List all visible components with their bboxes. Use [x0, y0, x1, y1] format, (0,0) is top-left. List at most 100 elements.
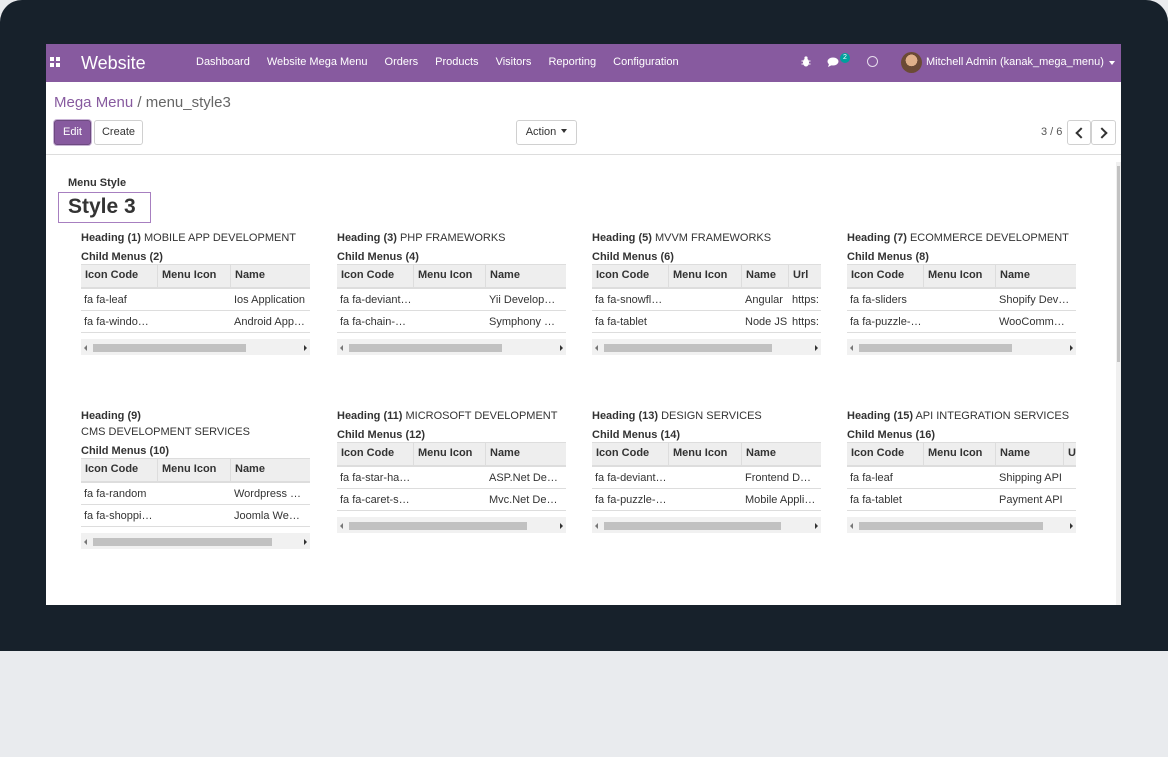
scroll-right-icon[interactable] [560, 345, 563, 351]
column-header-menu-icon[interactable]: Menu Icon [924, 265, 996, 287]
column-header-icon-code[interactable]: Icon Code [337, 265, 414, 287]
horizontal-scrollbar-thumb[interactable] [604, 344, 772, 352]
edit-button[interactable]: Edit [54, 120, 91, 145]
scroll-right-icon[interactable] [304, 345, 307, 351]
table-row[interactable]: fa fa-deviant… Yii Develop… [337, 289, 566, 311]
table-row[interactable]: fa fa-tablet Node JS https: [592, 311, 821, 333]
table-row[interactable]: fa fa-chain-… Symphony … [337, 311, 566, 333]
table-row[interactable]: fa fa-puzzle-… Mobile Appli… [592, 489, 821, 511]
scroll-left-icon[interactable] [340, 345, 343, 351]
create-button[interactable]: Create [94, 120, 143, 145]
horizontal-scrollbar-thumb[interactable] [93, 538, 272, 546]
user-avatar[interactable] [901, 52, 922, 73]
cell-icon-code: fa fa-puzzle-… [850, 316, 922, 328]
column-header-menu-icon[interactable]: Menu Icon [414, 265, 486, 287]
column-header-name[interactable]: Name [996, 265, 1076, 287]
horizontal-scrollbar[interactable] [847, 339, 1076, 355]
pager-next-button[interactable] [1091, 120, 1116, 145]
horizontal-scrollbar[interactable] [81, 533, 310, 549]
scroll-left-icon[interactable] [850, 345, 853, 351]
horizontal-scrollbar-thumb[interactable] [349, 522, 527, 530]
breadcrumb-parent[interactable]: Mega Menu [54, 94, 133, 111]
scroll-right-icon[interactable] [1070, 523, 1073, 529]
horizontal-scrollbar[interactable] [592, 517, 821, 533]
column-header-name[interactable]: Name [742, 443, 821, 465]
column-header-name[interactable]: Name [231, 459, 310, 481]
vertical-scrollbar-thumb[interactable] [1117, 166, 1120, 362]
scroll-left-icon[interactable] [595, 345, 598, 351]
horizontal-scrollbar-thumb[interactable] [859, 344, 1012, 352]
chat-icon[interactable] [827, 57, 841, 67]
scroll-right-icon[interactable] [815, 523, 818, 529]
column-header-name[interactable]: Name [486, 265, 566, 287]
column-header-menu-icon[interactable]: Menu Icon [158, 265, 231, 287]
pager-counter[interactable]: 3 / 6 [1041, 126, 1062, 138]
column-header-icon-code[interactable]: Icon Code [592, 265, 669, 287]
column-header-icon-code[interactable]: Icon Code [847, 443, 924, 465]
horizontal-scrollbar-thumb[interactable] [604, 522, 781, 530]
column-header-menu-icon[interactable]: Menu Icon [924, 443, 996, 465]
horizontal-scrollbar[interactable] [592, 339, 821, 355]
horizontal-scrollbar[interactable] [337, 517, 566, 533]
table-row[interactable]: fa fa-tablet Payment API [847, 489, 1076, 511]
bug-icon[interactable] [801, 56, 811, 67]
menu-item-dashboard[interactable]: Dashboard [196, 56, 250, 68]
menu-item-products[interactable]: Products [435, 56, 478, 68]
menu-item-visitors[interactable]: Visitors [496, 56, 532, 68]
column-header-name[interactable]: Name [231, 265, 310, 287]
horizontal-scrollbar-thumb[interactable] [349, 344, 502, 352]
table-row[interactable]: fa fa-puzzle-… WooComm… [847, 311, 1076, 333]
table-row[interactable]: fa fa-star-ha… ASP.Net De… [337, 467, 566, 489]
table-row[interactable]: fa fa-leaf Shipping API [847, 467, 1076, 489]
table-row[interactable]: fa fa-windo… Android App… [81, 311, 310, 333]
column-header-icon-code[interactable]: Icon Code [337, 443, 414, 465]
activity-clock-icon[interactable] [867, 56, 878, 67]
column-header-icon-code[interactable]: Icon Code [81, 459, 158, 481]
column-header-url[interactable]: Url [789, 265, 821, 287]
apps-menu-icon[interactable] [50, 57, 60, 67]
user-dropdown-caret-icon[interactable] [1109, 61, 1115, 65]
column-header-icon-code[interactable]: Icon Code [592, 443, 669, 465]
table-row[interactable]: fa fa-random Wordpress … [81, 483, 310, 505]
main-menu: Dashboard Website Mega Menu Orders Produ… [196, 56, 696, 68]
column-header-menu-icon[interactable]: Menu Icon [669, 443, 742, 465]
scroll-left-icon[interactable] [850, 523, 853, 529]
scroll-left-icon[interactable] [84, 345, 87, 351]
horizontal-scrollbar[interactable] [81, 339, 310, 355]
pager-previous-button[interactable] [1067, 120, 1091, 145]
menu-item-orders[interactable]: Orders [385, 56, 419, 68]
column-header-name[interactable]: Name [742, 265, 789, 287]
column-header-name[interactable]: Name [486, 443, 566, 465]
scroll-right-icon[interactable] [560, 523, 563, 529]
user-menu[interactable]: Mitchell Admin (kanak_mega_menu) [926, 56, 1104, 68]
horizontal-scrollbar-thumb[interactable] [93, 344, 246, 352]
column-header-menu-icon[interactable]: Menu Icon [158, 459, 231, 481]
scroll-right-icon[interactable] [1070, 345, 1073, 351]
menu-item-website-mega-menu[interactable]: Website Mega Menu [267, 56, 368, 68]
scroll-right-icon[interactable] [815, 345, 818, 351]
action-button[interactable]: Action [516, 120, 577, 145]
scroll-left-icon[interactable] [84, 539, 87, 545]
table-row[interactable]: fa fa-snowfl… Angular https: [592, 289, 821, 311]
column-header-icon-code[interactable]: Icon Code [847, 265, 924, 287]
app-brand[interactable]: Website [81, 53, 146, 74]
column-header-name[interactable]: Name [996, 443, 1064, 465]
table-row[interactable]: fa fa-sliders Shopify Dev… [847, 289, 1076, 311]
column-header-menu-icon[interactable]: Menu Icon [669, 265, 742, 287]
scroll-left-icon[interactable] [595, 523, 598, 529]
column-header-icon-code[interactable]: Icon Code [81, 265, 158, 287]
horizontal-scrollbar-thumb[interactable] [859, 522, 1043, 530]
cell-name: Wordpress … [234, 488, 302, 500]
column-header-url[interactable]: U [1064, 443, 1076, 465]
column-header-menu-icon[interactable]: Menu Icon [414, 443, 486, 465]
table-row[interactable]: fa fa-leaf Ios Application [81, 289, 310, 311]
horizontal-scrollbar[interactable] [847, 517, 1076, 533]
menu-item-reporting[interactable]: Reporting [548, 56, 596, 68]
scroll-left-icon[interactable] [340, 523, 343, 529]
horizontal-scrollbar[interactable] [337, 339, 566, 355]
menu-item-configuration[interactable]: Configuration [613, 56, 678, 68]
table-row[interactable]: fa fa-caret-s… Mvc.Net De… [337, 489, 566, 511]
scroll-right-icon[interactable] [304, 539, 307, 545]
table-row[interactable]: fa fa-deviant… Frontend D… [592, 467, 821, 489]
table-row[interactable]: fa fa-shoppi… Joomla We… [81, 505, 310, 527]
